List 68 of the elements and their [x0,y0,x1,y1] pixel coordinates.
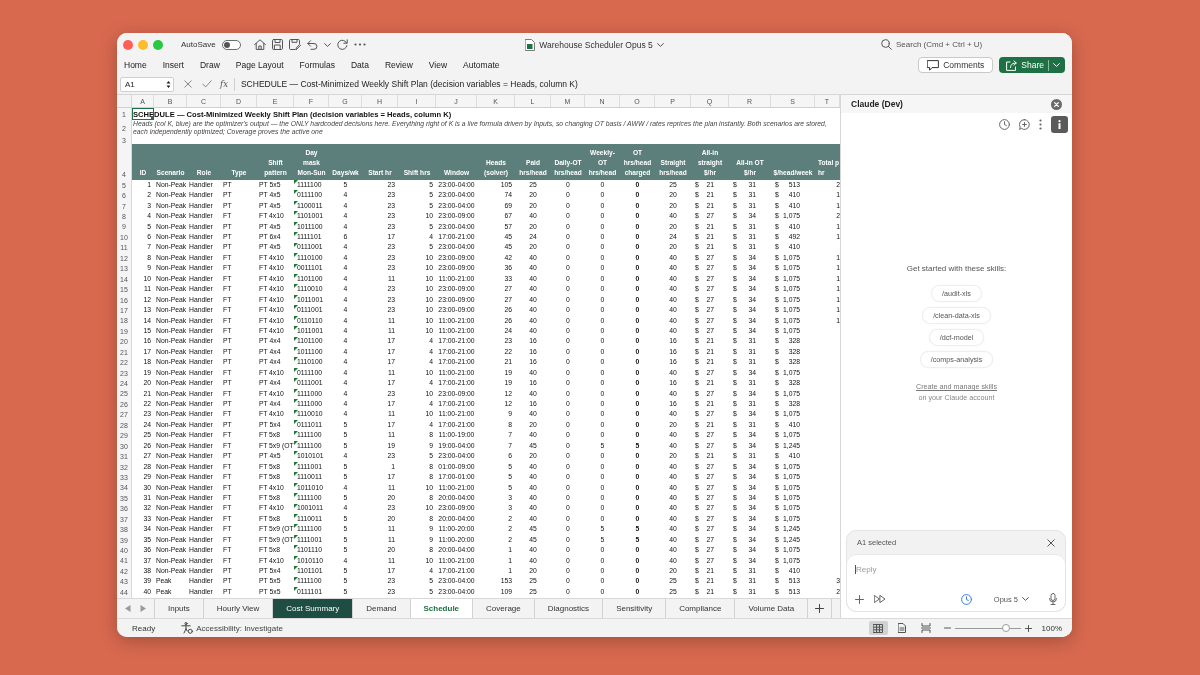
undo-icon[interactable] [306,39,318,50]
cancel-icon[interactable] [184,80,192,88]
chat-plus-icon[interactable] [1019,119,1030,130]
panel-title: Claude (Dev) [851,99,903,109]
caret-icon[interactable] [656,42,664,47]
share-button[interactable]: Share [999,57,1065,73]
accessibility-icon [181,622,194,634]
zoom-percent: 100% [1041,623,1062,633]
ribbon-tab[interactable]: View [428,60,448,70]
ribbon-tab[interactable]: Automate [463,60,500,70]
corner-triangle-icon [294,587,298,592]
view-button[interactable] [868,621,888,635]
ribbon-tab[interactable]: Formulas [299,60,335,70]
spreadsheet-file-icon [525,38,536,51]
home-icon[interactable] [253,39,266,50]
fast-forward-icon[interactable] [874,595,886,603]
plus-icon[interactable] [855,594,864,604]
comment-icon [927,59,940,71]
zoom-in-icon[interactable] [1024,624,1032,632]
reply-field[interactable]: Reply [856,564,1046,574]
zoom-slider-thumb[interactable] [1002,624,1010,632]
caret-icon [1053,63,1060,67]
share-icon [1006,59,1018,71]
more-icon[interactable] [353,43,366,46]
save-icon[interactable] [271,39,283,50]
status-text: Ready [132,623,156,633]
grid-icon [873,623,884,633]
function-label[interactable]: fx [220,79,228,89]
scroll-left-icon[interactable] [125,605,131,612]
check-icon[interactable] [202,80,212,88]
corner-triangle-icon [294,514,298,518]
refresh-icon[interactable] [336,39,348,50]
close-icon[interactable] [1051,98,1062,110]
sheet-tab[interactable]: Schedule [410,599,474,618]
more-vertical-icon[interactable] [1039,119,1042,130]
info-button[interactable] [1051,116,1068,133]
comments-button[interactable]: Comments [918,57,994,73]
ribbon-tab[interactable]: Home [124,60,147,70]
accessibility-status[interactable]: Accessibility: Investigate [196,623,283,633]
ribbon-tab[interactable]: Review [384,60,413,70]
ribbon-tab[interactable]: Insert [162,60,184,70]
sheet-tab[interactable]: Cost Summary [273,599,354,618]
caret-icon [1022,597,1029,601]
ribbon-tab[interactable]: Draw [199,60,220,70]
skills-prompt: Get started with these skills: [906,264,1007,273]
ribbon-tab[interactable]: Data [350,60,369,70]
info-icon [1058,120,1061,129]
corner-triangle-icon [294,347,298,351]
plus-icon [815,604,825,613]
formula-text[interactable]: SCHEDULE — Cost-Minimized Weekly Shift Plan (decision variables = Heads, column K) [240,79,578,89]
search-field[interactable]: Search (Cmd + Ctrl + U) [896,40,992,49]
scroll-right-icon[interactable] [140,605,146,612]
clock-icon[interactable] [960,593,972,605]
corner-triangle-icon [294,180,298,184]
autosave-label: AutoSave [181,40,216,49]
stepper-icon [166,79,171,89]
close-icon[interactable] [1047,538,1055,547]
name-box[interactable]: A1 [120,76,174,92]
ribbon-tab[interactable]: Page Layout [235,60,284,70]
caret-icon[interactable] [323,42,331,47]
search-icon [881,39,892,50]
page-break-icon [921,623,932,633]
page-icon [898,623,907,633]
window-title: Warehouse Scheduler Opus 5 [539,39,653,50]
save-edit-icon[interactable] [288,39,301,50]
mic-icon[interactable] [1049,593,1057,605]
window-close-button[interactable] [123,39,133,50]
clock-icon[interactable] [999,119,1010,130]
